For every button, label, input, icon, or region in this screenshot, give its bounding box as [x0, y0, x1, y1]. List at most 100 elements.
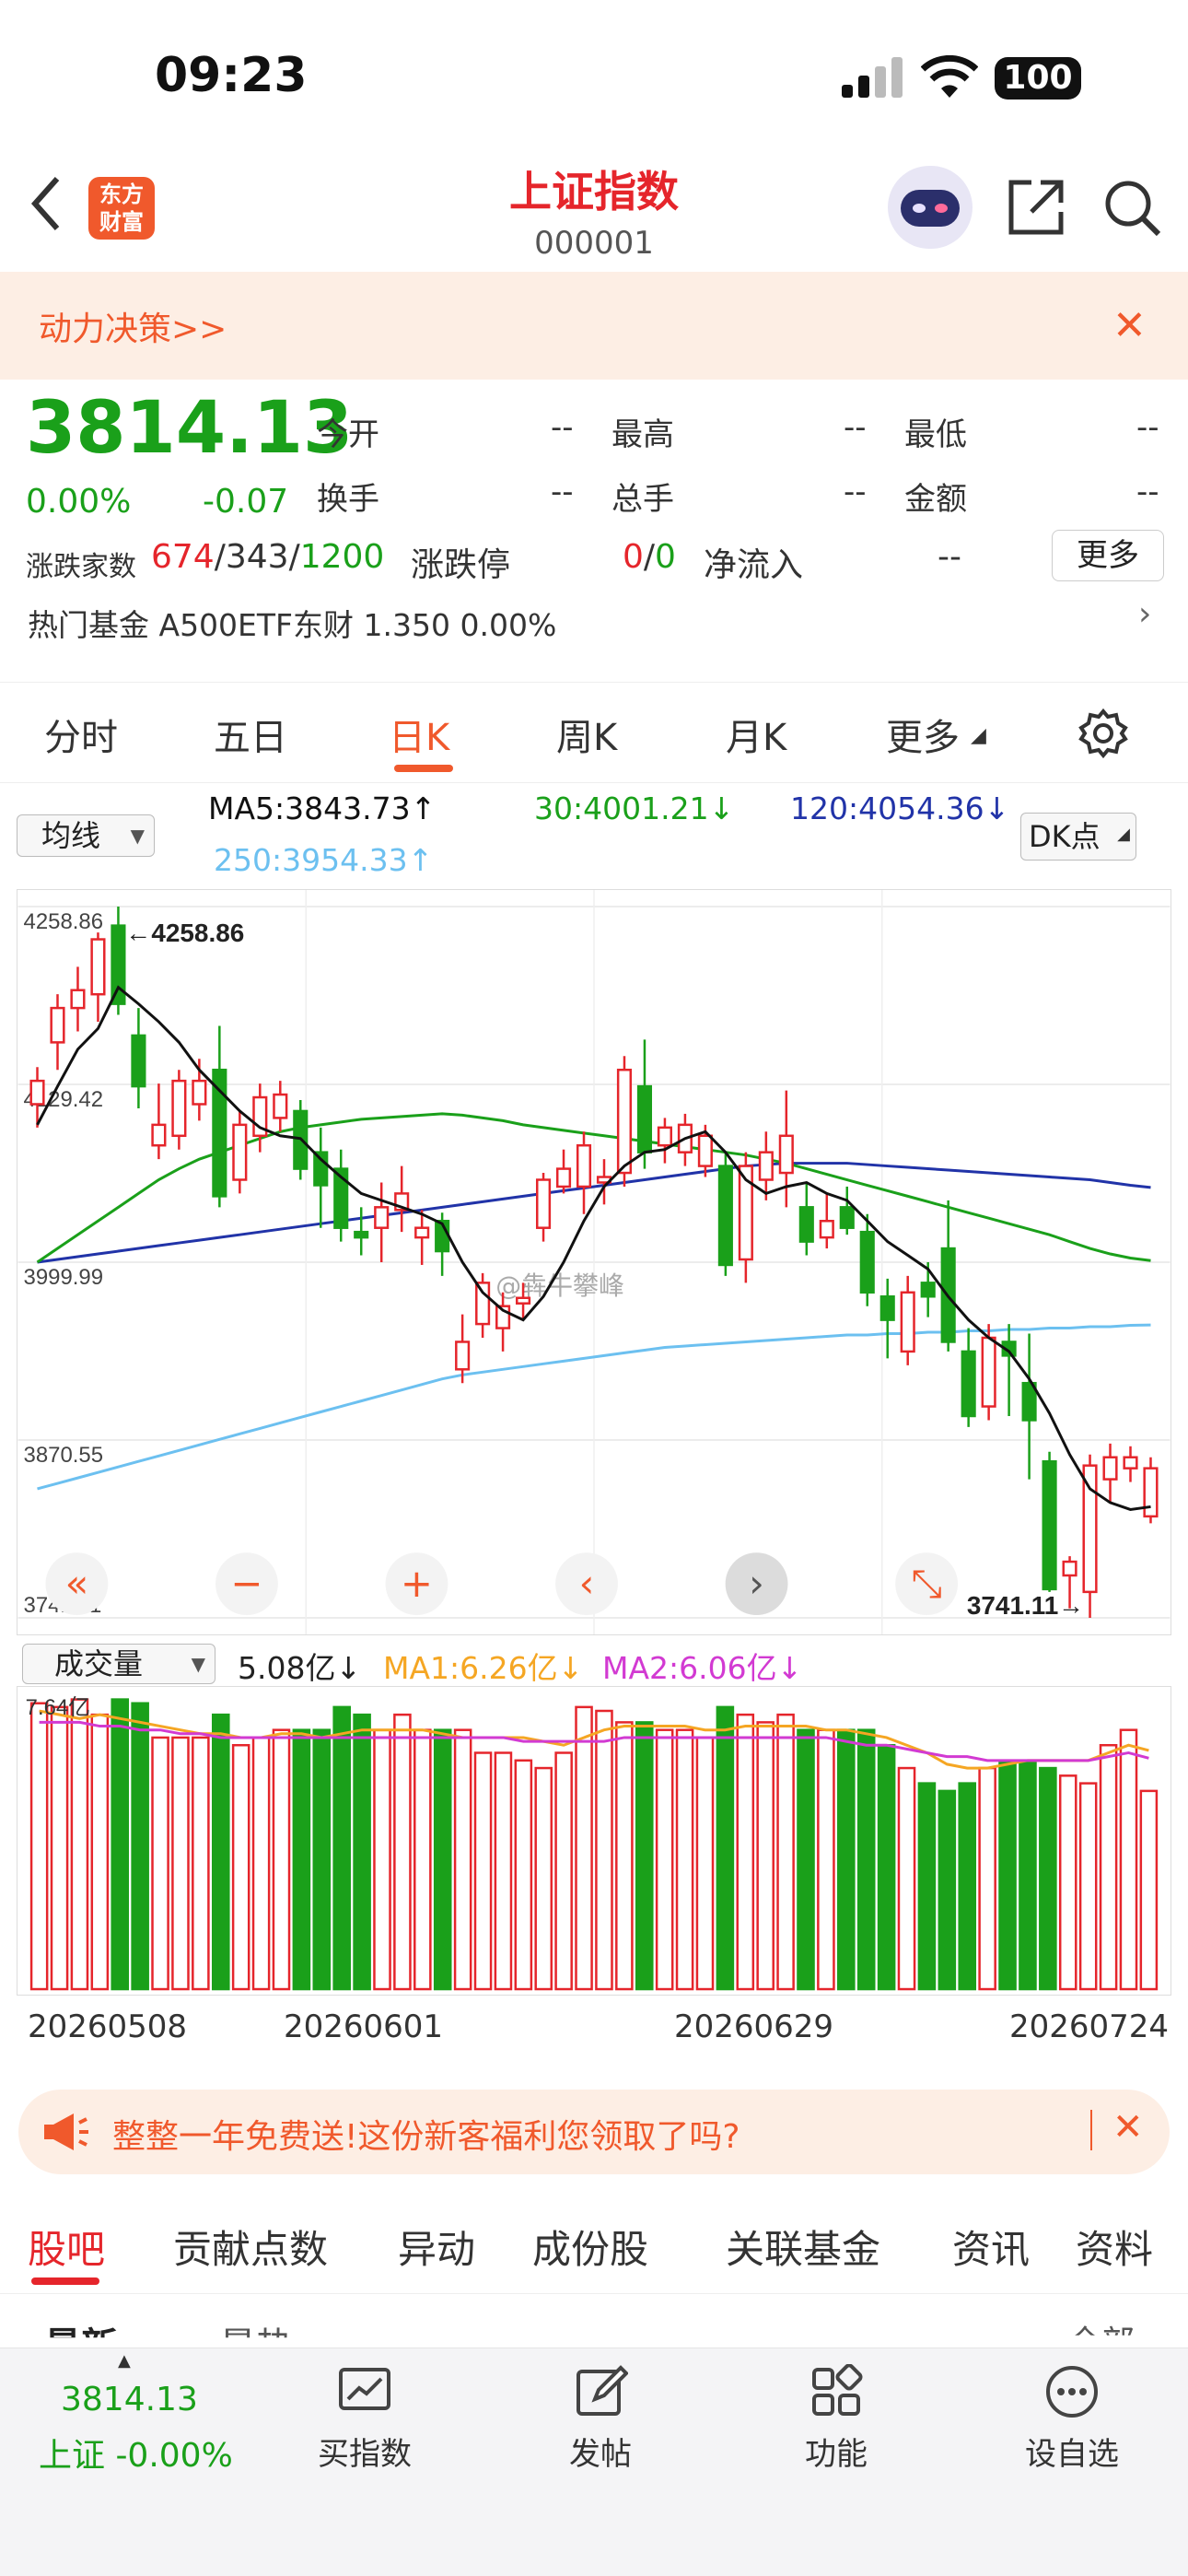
- candle-body[interactable]: [819, 1219, 834, 1239]
- search-icon[interactable]: [1100, 175, 1164, 240]
- edit-icon[interactable]: [573, 2364, 628, 2419]
- candle-body[interactable]: [1143, 1467, 1159, 1518]
- volume-bar[interactable]: [1019, 1759, 1037, 1991]
- close-icon[interactable]: ✕: [1112, 302, 1147, 349]
- candle-body[interactable]: [535, 1178, 552, 1229]
- volume-bar[interactable]: [756, 1721, 775, 1991]
- volume-bar[interactable]: [595, 1709, 613, 1991]
- buy-index-label[interactable]: 买指数: [291, 2429, 438, 2474]
- pan-left-fast-icon[interactable]: «: [65, 1561, 89, 1606]
- volume-bar[interactable]: [231, 1743, 250, 1991]
- volume-bar[interactable]: [856, 1728, 876, 1991]
- volume-bar[interactable]: [192, 1736, 210, 1991]
- candle-body[interactable]: [636, 1084, 653, 1153]
- candle-body[interactable]: [1042, 1459, 1057, 1591]
- volume-bar[interactable]: [272, 1728, 291, 1991]
- volume-bar[interactable]: [332, 1705, 351, 1991]
- volume-bar[interactable]: [312, 1728, 332, 1991]
- pan-left-icon[interactable]: ‹: [579, 1561, 595, 1606]
- footer-index-name[interactable]: 上证 -0.00%: [39, 2429, 233, 2476]
- candle-body[interactable]: [374, 1206, 390, 1229]
- volume-bar[interactable]: [776, 1713, 795, 1991]
- volume-bar[interactable]: [1119, 1728, 1138, 1991]
- volume-bar[interactable]: [70, 1698, 89, 1991]
- volume-bar[interactable]: [373, 1728, 391, 1991]
- volume-bar[interactable]: [716, 1705, 735, 1991]
- candle-body[interactable]: [29, 1079, 45, 1106]
- volume-bar[interactable]: [575, 1705, 593, 1991]
- volume-bar[interactable]: [211, 1713, 230, 1991]
- more-button[interactable]: 更多: [1052, 530, 1164, 581]
- tab-intraday[interactable]: 分时: [44, 708, 118, 761]
- volume-bar[interactable]: [514, 1759, 533, 1991]
- candle-body[interactable]: [131, 1034, 146, 1088]
- volume-bar[interactable]: [29, 1702, 49, 1991]
- indicator-select[interactable]: 均线 ▼: [17, 814, 155, 857]
- candle-body[interactable]: [778, 1134, 794, 1175]
- functions-label[interactable]: 功能: [763, 2429, 910, 2474]
- hot-fund-row[interactable]: 热门基金 A500ETF东财 1.350 0.00%: [28, 601, 556, 645]
- volume-bar[interactable]: [494, 1751, 513, 1991]
- assistant-avatar[interactable]: [888, 166, 973, 249]
- tab-constituents[interactable]: 成份股: [532, 2219, 648, 2275]
- volume-bar[interactable]: [1139, 1789, 1159, 1991]
- tab-five-day[interactable]: 五日: [214, 708, 287, 761]
- candle-body[interactable]: [657, 1126, 672, 1147]
- candle-body[interactable]: [839, 1206, 855, 1229]
- volume-bar[interactable]: [897, 1766, 916, 1991]
- volume-bar[interactable]: [998, 1759, 1017, 1991]
- candle-body[interactable]: [961, 1350, 976, 1418]
- tab-more[interactable]: 更多: [886, 708, 960, 761]
- candle-body[interactable]: [192, 1079, 207, 1106]
- volume-bar[interactable]: [433, 1728, 452, 1991]
- candle-body[interactable]: [555, 1167, 572, 1188]
- volume-bar[interactable]: [1078, 1782, 1098, 1991]
- tab-daily-k[interactable]: 日K: [389, 708, 449, 761]
- volume-bar[interactable]: [917, 1782, 937, 1991]
- candle-body[interactable]: [1082, 1464, 1098, 1594]
- candle-body[interactable]: [798, 1206, 814, 1243]
- volume-select[interactable]: 成交量 ▼: [22, 1644, 215, 1684]
- candle-body[interactable]: [414, 1226, 430, 1239]
- candle-body[interactable]: [50, 1006, 65, 1044]
- candle-body[interactable]: [70, 989, 86, 1010]
- tab-monthly-k[interactable]: 月K: [726, 708, 786, 761]
- volume-bar[interactable]: [473, 1751, 493, 1991]
- volume-bar[interactable]: [837, 1728, 856, 1991]
- tab-weekly-k[interactable]: 周K: [556, 708, 617, 761]
- candle-body[interactable]: [273, 1093, 288, 1119]
- candle-body[interactable]: [475, 1282, 491, 1326]
- candle-body[interactable]: [758, 1151, 774, 1181]
- tab-abnormal[interactable]: 异动: [398, 2219, 475, 2275]
- candlestick-chart[interactable]: 4258.864129.423999.993870.553741.11@犇牛攀峰…: [17, 889, 1171, 1635]
- grid-icon[interactable]: [809, 2364, 864, 2419]
- volume-bar[interactable]: [151, 1736, 169, 1991]
- candle-body[interactable]: [151, 1123, 167, 1147]
- zoom-out-icon[interactable]: −: [230, 1561, 262, 1606]
- volume-bar[interactable]: [1099, 1743, 1118, 1991]
- candle-body[interactable]: [1102, 1456, 1118, 1481]
- volume-bar[interactable]: [393, 1713, 412, 1991]
- volume-bar[interactable]: [131, 1702, 149, 1991]
- volume-bar[interactable]: [675, 1728, 694, 1991]
- zoom-in-icon[interactable]: +: [401, 1561, 433, 1606]
- add-watchlist-label[interactable]: 设自选: [998, 2429, 1146, 2474]
- tab-related-funds[interactable]: 关联基金: [726, 2219, 880, 2275]
- candle-body[interactable]: [171, 1079, 187, 1138]
- volume-bar[interactable]: [413, 1728, 432, 1991]
- candle-body[interactable]: [717, 1165, 733, 1267]
- ad-text[interactable]: 整整一年免费送!这份新客福利您领取了吗?: [112, 2110, 740, 2158]
- close-icon[interactable]: ✕: [1112, 2106, 1144, 2149]
- candle-body[interactable]: [616, 1068, 633, 1175]
- volume-bar[interactable]: [1039, 1766, 1057, 1991]
- volume-bar[interactable]: [353, 1713, 371, 1991]
- share-icon[interactable]: [1004, 175, 1068, 240]
- promo-banner-text[interactable]: 动力决策>>: [39, 302, 227, 350]
- volume-bar[interactable]: [978, 1766, 996, 1991]
- settings-gear-icon[interactable]: [1077, 708, 1129, 759]
- volume-bar[interactable]: [1058, 1774, 1077, 1991]
- chevron-right-icon[interactable]: ›: [1138, 595, 1151, 633]
- volume-bar[interactable]: [817, 1728, 835, 1991]
- volume-bar[interactable]: [635, 1721, 654, 1991]
- tab-contribution[interactable]: 贡献点数: [173, 2219, 328, 2275]
